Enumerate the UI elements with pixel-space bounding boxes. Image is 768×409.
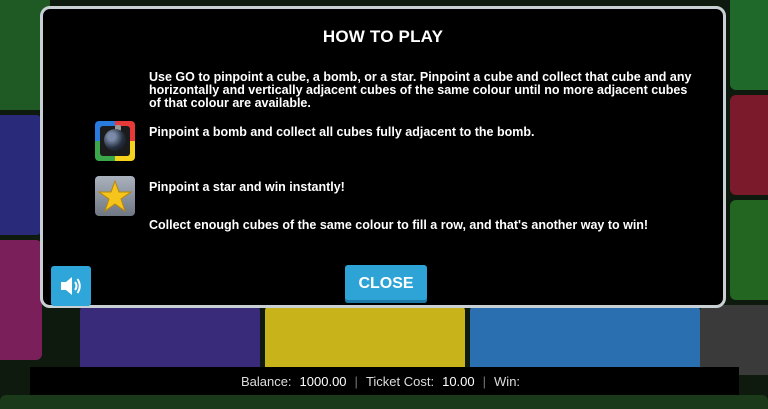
board-cube [265, 305, 465, 375]
bomb-icon [95, 121, 135, 161]
divider: | [354, 373, 358, 389]
board-cube [0, 115, 42, 235]
dialog-title: HOW TO PLAY [322, 27, 444, 46]
rule-bomb: Pinpoint a bomb and collect all cubes fu… [149, 125, 535, 139]
close-button[interactable]: CLOSE [345, 265, 427, 303]
status-bar: Balance: 1000.00 | Ticket Cost: 10.00 | … [30, 367, 739, 395]
balance-label: Balance: [240, 373, 292, 389]
how-to-play-dialog: HOW TO PLAY Use GO to pinpoint a cube, a… [40, 6, 726, 308]
board-cube [80, 305, 260, 375]
ticket-cost-label: Ticket Cost: [365, 373, 435, 389]
star-icon [95, 176, 135, 216]
ticket-cost-value: 10.00 [442, 373, 475, 389]
board-cube [730, 95, 768, 195]
rule-row: Collect enough cubes of the same colour … [149, 218, 649, 232]
board-cube [0, 240, 42, 360]
win-label: Win: [494, 373, 521, 389]
board-cube [730, 200, 768, 300]
board-cube [470, 305, 700, 375]
balance-value: 1000.00 [299, 373, 347, 389]
speaker-icon [61, 277, 81, 295]
board-cube [700, 305, 768, 375]
board-cube [0, 395, 768, 409]
rule-cube: Use GO to pinpoint a cube, a bomb, or a … [149, 70, 692, 110]
board-cube [730, 0, 768, 90]
sound-toggle-button[interactable] [51, 266, 91, 306]
divider: | [482, 373, 487, 389]
rule-star: Pinpoint a star and win instantly! [149, 180, 345, 194]
